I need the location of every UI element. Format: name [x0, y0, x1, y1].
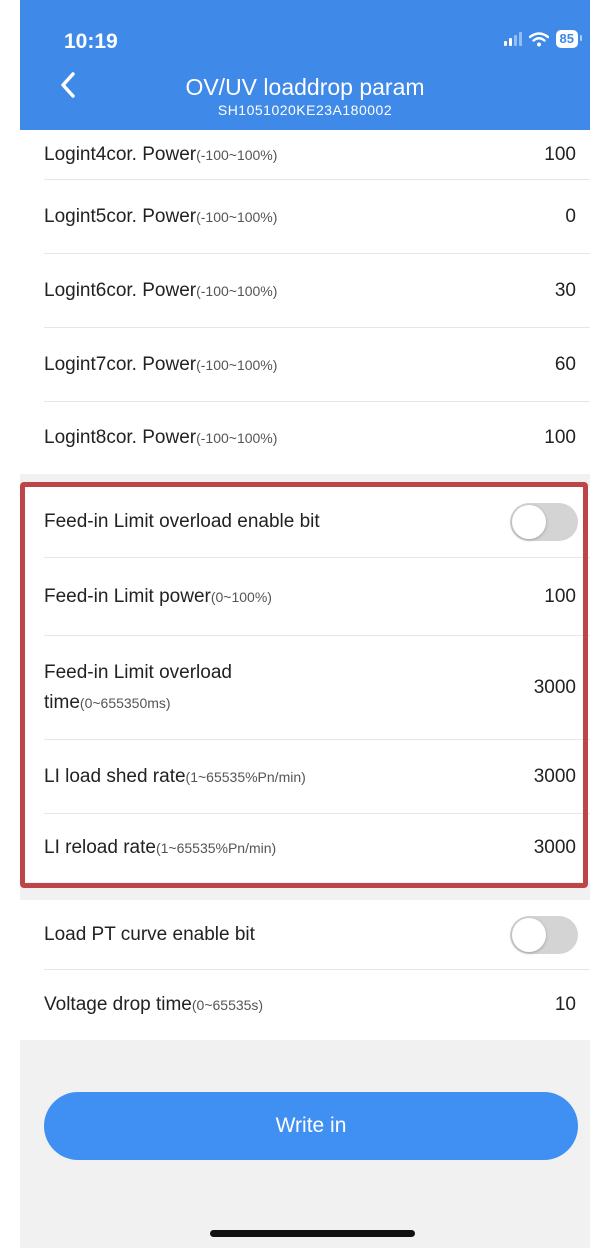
row-label: Logint6cor. Power: [44, 279, 197, 301]
row-value: 30: [554, 279, 576, 301]
row-range: (-100~100%): [196, 282, 278, 299]
row-range: (1~65535%Pn/min): [155, 840, 277, 856]
row-label: LI reload rate: [44, 837, 156, 858]
row-range: (0~100%): [210, 588, 272, 605]
list-item[interactable]: Logint4cor. Power(-100~100%) 100: [44, 130, 590, 180]
row-label: LI load shed rate: [44, 765, 186, 787]
row-value: 100: [544, 427, 576, 448]
reload-rate-row[interactable]: LI reload rate(1~65535%Pn/min) 3000: [44, 814, 590, 882]
write-in-button[interactable]: Write in: [44, 1092, 578, 1160]
row-value: 100: [544, 585, 576, 607]
row-value: 60: [554, 353, 576, 375]
signal-icon: [503, 32, 522, 46]
feed-in-power-row[interactable]: Feed-in Limit power(0~100%) 100: [44, 558, 590, 636]
row-label: Feed-in Limit overload enable bit: [44, 510, 320, 532]
status-time: 10:19: [64, 30, 118, 53]
wifi-icon: [528, 31, 549, 46]
row-label-line2: time: [44, 691, 80, 713]
row-label: Load PT curve enable bit: [44, 923, 255, 945]
row-range: (-100~100%): [196, 146, 278, 163]
row-label: Logint5cor. Power: [44, 205, 197, 227]
row-value: 3000: [533, 837, 576, 858]
row-value: 3000: [533, 676, 576, 698]
row-value: 100: [544, 143, 576, 165]
toggle-knob: [512, 504, 546, 539]
title-block: OV/UV loaddrop param SH1051020KE23A18000…: [20, 74, 590, 119]
voltage-drop-time-row[interactable]: Voltage drop time(0~65535s) 10: [44, 970, 590, 1040]
row-label: Logint8cor. Power: [44, 427, 197, 448]
device-serial: SH1051020KE23A180002: [217, 102, 393, 118]
row-value: 3000: [533, 765, 576, 787]
row-range: (0~65535s): [191, 997, 264, 1013]
list-item[interactable]: Logint5cor. Power(-100~100%) 0: [44, 180, 590, 254]
row-range: (-100~100%): [196, 356, 278, 373]
home-indicator: [210, 1230, 415, 1237]
row-label: Logint4cor. Power: [44, 143, 197, 165]
page-title: OV/UV loaddrop param: [185, 74, 425, 100]
settings-content: Logint4cor. Power(-100~100%) 100 Logint5…: [20, 130, 590, 1248]
row-label: Voltage drop time: [44, 994, 192, 1015]
row-range: (-100~100%): [196, 430, 278, 446]
battery-icon: 85: [555, 30, 583, 48]
pt-curve-toggle[interactable]: [510, 915, 578, 954]
list-item[interactable]: Logint8cor. Power(-100~100%) 100: [44, 402, 590, 474]
row-range: (-100~100%): [196, 208, 278, 225]
list-item[interactable]: Logint7cor. Power(-100~100%) 60: [44, 328, 590, 402]
pt-curve-enable-row: Load PT curve enable bit: [44, 900, 590, 970]
load-shed-rate-row[interactable]: LI load shed rate(1~65535%Pn/min) 3000: [44, 740, 590, 814]
app-header: 10:19 85 OV/UV loaddrop param SH1051020K…: [20, 0, 590, 130]
row-range: (0~655350ms): [79, 694, 171, 711]
feed-in-overload-enable-row: Feed-in Limit overload enable bit: [44, 486, 590, 558]
row-label-line1: Feed-in Limit overload: [44, 661, 232, 683]
list-item[interactable]: Logint6cor. Power(-100~100%) 30: [44, 254, 590, 328]
row-value: 10: [554, 994, 576, 1015]
row-value: 0: [565, 205, 576, 227]
power-correction-group: Logint4cor. Power(-100~100%) 100 Logint5…: [20, 130, 590, 474]
toggle-knob: [512, 917, 546, 952]
status-icons: 85: [503, 30, 583, 48]
feed-in-limit-group: Feed-in Limit overload enable bit Feed-i…: [20, 486, 590, 882]
row-label: Logint7cor. Power: [44, 353, 197, 375]
row-range: (1~65535%Pn/min): [185, 768, 306, 785]
row-label: Feed-in Limit power: [44, 585, 211, 607]
load-curve-group: Load PT curve enable bit Voltage drop ti…: [20, 900, 590, 1040]
feed-in-overload-time-row[interactable]: Feed-in Limit overload time(0~655350ms) 3…: [44, 636, 590, 740]
feed-in-overload-toggle[interactable]: [510, 502, 578, 541]
